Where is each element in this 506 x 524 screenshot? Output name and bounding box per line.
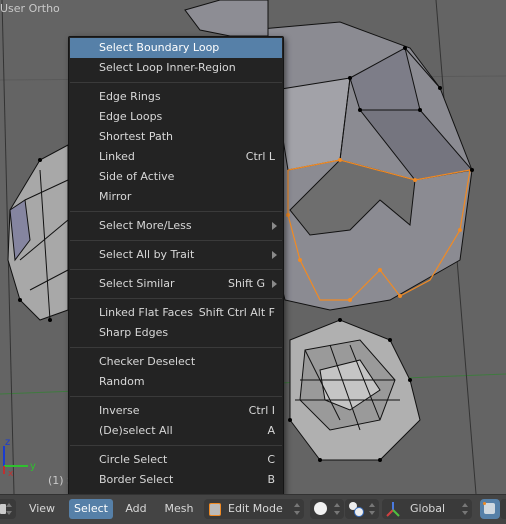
updown-arrows-icon xyxy=(294,502,300,516)
vertex-select-icon xyxy=(484,503,495,514)
menu-item-shortcut: C xyxy=(267,453,275,466)
orientation-label: Global xyxy=(410,502,446,515)
menu-item-select-boundary-loop[interactable]: Select Boundary Loop xyxy=(70,38,282,58)
select-menu: Select Boundary Loop Select Loop Inner-Re… xyxy=(68,36,284,497)
menu-item-checker-deselect[interactable]: Checker Deselect xyxy=(70,352,282,372)
mesh-menu[interactable]: Mesh xyxy=(158,499,200,519)
menu-separator xyxy=(70,269,282,270)
menu-item-label: Sharp Edges xyxy=(99,326,169,339)
menu-item-side-of-active[interactable]: Side of Active xyxy=(70,167,282,187)
menu-item-label: Mirror xyxy=(99,190,132,203)
menu-item-border-select[interactable]: Border Select B xyxy=(70,470,282,490)
viewport-shading-dropdown[interactable] xyxy=(310,499,344,519)
menu-item-label: Select Boundary Loop xyxy=(99,41,220,54)
menu-item-label: Linked xyxy=(99,150,135,163)
menu-item-mirror[interactable]: Mirror xyxy=(70,187,282,207)
menu-separator xyxy=(70,298,282,299)
menu-item-label: (De)select All xyxy=(99,424,173,437)
menu-item-label: Select Loop Inner-Region xyxy=(99,61,236,74)
mode-dropdown[interactable]: Edit Mode xyxy=(204,499,304,519)
menu-item-inverse[interactable]: Inverse Ctrl I xyxy=(70,401,282,421)
menu-item-label: Shortest Path xyxy=(99,130,173,143)
menu-item-label: Side of Active xyxy=(99,170,175,183)
menu-item-label: Circle Select xyxy=(99,453,168,466)
menu-item-shortcut: Shift Ctrl Alt F xyxy=(198,306,275,319)
menu-item-label: Random xyxy=(99,375,145,388)
menu-item-linked[interactable]: Linked Ctrl L xyxy=(70,147,282,167)
menu-item-random[interactable]: Random xyxy=(70,372,282,392)
axis-z-label: z xyxy=(5,437,10,448)
menu-item-shortcut: Ctrl I xyxy=(248,404,275,417)
menu-separator xyxy=(70,347,282,348)
menu-item-de-select-all[interactable]: (De)select All A xyxy=(70,421,282,441)
updown-arrows-icon xyxy=(369,502,375,516)
menu-separator xyxy=(70,396,282,397)
menu-item-sharp-edges[interactable]: Sharp Edges xyxy=(70,323,282,343)
updown-arrows-icon xyxy=(6,502,12,516)
menu-separator xyxy=(70,82,282,83)
view-name-label: User Ortho xyxy=(0,2,60,15)
menu-item-shortcut: Ctrl L xyxy=(245,150,275,163)
mode-label: Edit Mode xyxy=(228,502,283,515)
manipulator-axes-icon xyxy=(386,502,400,517)
menu-item-label: Inverse xyxy=(99,404,140,417)
edit-mode-icon xyxy=(209,503,221,516)
solid-shading-icon xyxy=(314,502,327,515)
updown-arrows-icon xyxy=(462,502,468,516)
menu-item-select-loop-inner-region[interactable]: Select Loop Inner-Region xyxy=(70,58,282,78)
updown-arrows-icon xyxy=(334,502,340,516)
menu-item-select-similar[interactable]: Select Similar Shift G xyxy=(70,274,282,294)
menu-separator xyxy=(70,211,282,212)
submenu-arrow-icon xyxy=(272,251,277,259)
pivot-point-dropdown[interactable] xyxy=(345,499,379,519)
menu-item-label: Edge Rings xyxy=(99,90,161,103)
edge-select-mode-button[interactable] xyxy=(500,499,506,519)
menu-separator xyxy=(70,445,282,446)
menu-item-select-all-by-trait[interactable]: Select All by Trait xyxy=(70,245,282,265)
menu-item-linked-flat-faces[interactable]: Linked Flat Faces Shift Ctrl Alt F xyxy=(70,303,282,323)
transform-orientation-dropdown[interactable]: Global xyxy=(382,499,472,519)
menu-item-label: Select Similar xyxy=(99,277,175,290)
viewport-header: View Select Add Mesh Edit Mode Global xyxy=(0,494,506,524)
submenu-arrow-icon xyxy=(272,280,277,288)
axis-gizmo-icon: z y x xyxy=(3,437,36,476)
menu-item-circle-select[interactable]: Circle Select C xyxy=(70,450,282,470)
submenu-arrow-icon xyxy=(272,222,277,230)
vertex-select-mode-button[interactable] xyxy=(480,499,500,519)
menu-item-shortest-path[interactable]: Shortest Path xyxy=(70,127,282,147)
menu-item-label: Select All by Trait xyxy=(99,248,195,261)
menu-item-label: Border Select xyxy=(99,473,174,486)
menu-item-edge-loops[interactable]: Edge Loops xyxy=(70,107,282,127)
menu-item-select-more-less[interactable]: Select More/Less xyxy=(70,216,282,236)
menu-item-label: Edge Loops xyxy=(99,110,163,123)
view-menu[interactable]: View xyxy=(22,499,62,519)
axis-y-label: y xyxy=(30,461,36,472)
editor-type-dropdown[interactable] xyxy=(0,499,16,519)
menu-item-shortcut: Shift G xyxy=(227,277,265,290)
menu-item-edge-rings[interactable]: Edge Rings xyxy=(70,87,282,107)
menu-item-shortcut: B xyxy=(267,473,275,486)
add-menu[interactable]: Add xyxy=(118,499,154,519)
axis-x-label: x xyxy=(8,469,14,476)
menu-item-label: Checker Deselect xyxy=(99,355,196,368)
menu-separator xyxy=(70,240,282,241)
menu-item-label: Linked Flat Faces xyxy=(99,306,193,319)
select-menu-button[interactable]: Select xyxy=(69,499,113,519)
menu-item-label: Select More/Less xyxy=(99,219,192,232)
menu-item-shortcut: A xyxy=(267,424,275,437)
